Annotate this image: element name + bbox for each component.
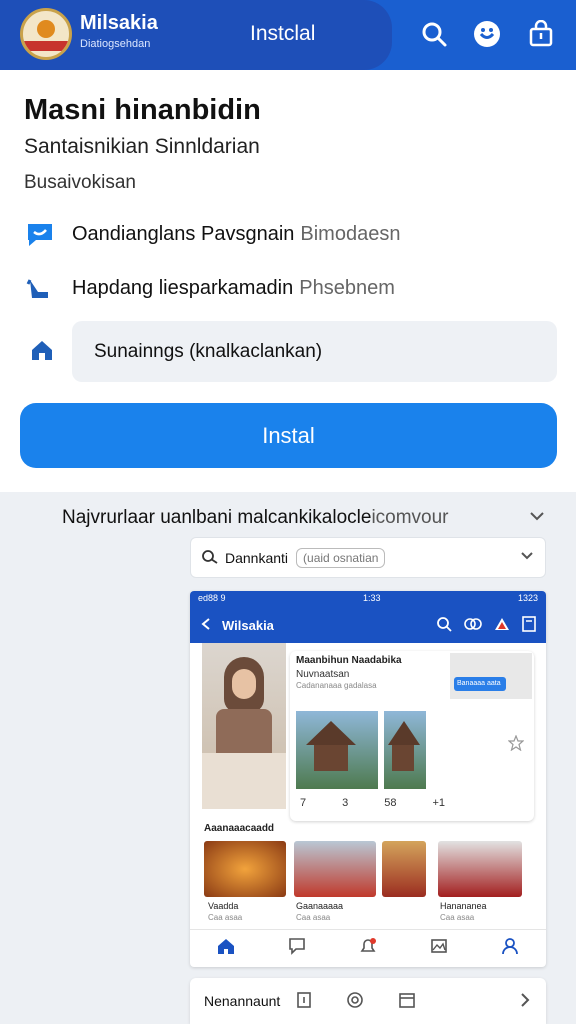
status-right: 1323 bbox=[517, 593, 538, 603]
dropdown-label: Dannkanti bbox=[225, 549, 289, 566]
dropdown-chip: (uaid osnatian bbox=[296, 547, 386, 568]
food-sublabel: Caa asaa bbox=[440, 913, 475, 922]
bookmark-icon bbox=[522, 615, 536, 635]
preview-bottom-nav bbox=[190, 929, 546, 967]
preview-app-title: Wilsakia bbox=[222, 617, 274, 633]
food-label: Gaanaaaaa bbox=[296, 901, 344, 911]
ad-button: Banaaaa aata bbox=[454, 677, 506, 691]
stat-value: 3 bbox=[342, 797, 349, 809]
stat-value: 7 bbox=[300, 797, 307, 809]
preview-section-title: Aaanaaacaadd bbox=[204, 823, 275, 834]
info-row-label: Hapdang liesparkamadin bbox=[72, 276, 294, 299]
food-sublabel: Caa asaa bbox=[296, 913, 331, 922]
app-name: Milsakia bbox=[80, 12, 158, 34]
stat-value: +1 bbox=[432, 797, 446, 809]
notification-icon bbox=[359, 937, 377, 960]
app-logo[interactable] bbox=[20, 8, 72, 60]
app-subtitle: Diatiogsehdan bbox=[80, 38, 151, 50]
card-subtitle: Nuvnaatsan bbox=[296, 669, 350, 680]
star-icon bbox=[507, 734, 525, 756]
install-button[interactable]: Instal bbox=[20, 403, 557, 468]
alert-icon bbox=[494, 616, 510, 635]
top-bar: Milsakia Diatiogsehdan Instclal bbox=[0, 0, 576, 70]
bookmark-icon[interactable] bbox=[296, 991, 312, 1012]
food-photo bbox=[294, 841, 376, 897]
chat-icon bbox=[464, 616, 482, 635]
gallery-icon bbox=[430, 937, 448, 960]
food-photo bbox=[204, 841, 286, 897]
status-time: 1:33 bbox=[362, 593, 381, 603]
food-label: Hanananea bbox=[440, 901, 487, 911]
card-caption: Cadananaaa gadalasa bbox=[296, 681, 377, 690]
house-roof bbox=[388, 721, 420, 745]
profile-icon bbox=[501, 937, 519, 960]
page-subtitle: Santaisnikian Sinnldarian bbox=[24, 135, 260, 158]
house-photo bbox=[384, 711, 426, 789]
search-icon[interactable] bbox=[418, 18, 450, 50]
ad-banner: Banaaaa aata bbox=[450, 653, 532, 699]
food-photo bbox=[382, 841, 426, 897]
dropdown-select[interactable]: Dannkanti (uaid osnatian bbox=[190, 537, 546, 578]
search-icon bbox=[436, 616, 452, 635]
header-title: Instclal bbox=[250, 22, 316, 45]
card-stats: 7 3 58 +1 bbox=[300, 797, 520, 809]
chevron-right-icon[interactable] bbox=[518, 992, 532, 1011]
shopping-bag-icon[interactable] bbox=[525, 18, 557, 50]
back-icon bbox=[200, 617, 212, 634]
info-row-extra: Bimodaesn bbox=[300, 222, 401, 245]
house-wall bbox=[392, 745, 414, 771]
chevron-down-icon bbox=[519, 548, 535, 567]
section-heading-extra: icomvour bbox=[371, 507, 449, 528]
status-left: ed88 9 bbox=[198, 593, 226, 603]
preview-card: Maanbihun Naadabika Nuvnaatsan Cadananaa… bbox=[290, 651, 534, 821]
photo-body bbox=[216, 709, 272, 753]
app-screenshot-preview[interactable]: ed88 9 1:33 1323 Wilsakia Maanbihun Naad… bbox=[190, 591, 546, 967]
chevron-down-icon[interactable] bbox=[528, 507, 546, 530]
address-field[interactable]: Sunainngs (knalkaclankan) bbox=[72, 321, 557, 382]
hand-icon bbox=[24, 272, 58, 304]
stat-value: 58 bbox=[384, 797, 397, 809]
info-row-extra: Phsebnem bbox=[299, 276, 395, 299]
photo-counter bbox=[202, 753, 286, 809]
info-row-chat[interactable]: Oandianglans Pavsgnain Bimodaesn bbox=[24, 218, 400, 250]
info-row-hand[interactable]: Hapdang liesparkamadin Phsebnem bbox=[24, 272, 395, 304]
food-sublabel: Caa asaa bbox=[208, 913, 243, 922]
house-photo bbox=[296, 711, 378, 789]
chat-icon bbox=[24, 218, 58, 250]
bottom-bar-label: Nenannaunt bbox=[204, 993, 281, 1009]
info-row-label: Oandianglans Pavsgnain bbox=[72, 222, 295, 245]
food-photo bbox=[438, 841, 522, 897]
settings-icon[interactable] bbox=[346, 991, 364, 1012]
card-title: Maanbihun Naadabika bbox=[296, 655, 402, 666]
home-icon bbox=[217, 937, 235, 960]
comment-icon bbox=[288, 937, 306, 960]
food-label: Vaadda bbox=[208, 901, 239, 911]
bottom-bar[interactable]: Nenannaunt bbox=[190, 978, 546, 1024]
page-caption: Busaivokisan bbox=[24, 172, 136, 193]
preview-app-bar: Wilsakia bbox=[190, 607, 546, 643]
house-roof bbox=[306, 721, 356, 745]
house-wall bbox=[314, 745, 348, 771]
section-heading-text: Najvrurlaar uanlbani malcankikalocle bbox=[62, 507, 372, 528]
section-heading: Najvrurlaar uanlbani malcankikalocleicom… bbox=[62, 507, 449, 529]
home-icon bbox=[30, 338, 54, 367]
logo-emblem bbox=[37, 20, 55, 38]
photo-face bbox=[232, 669, 256, 699]
page-title: Masni hinanbidin bbox=[24, 94, 261, 126]
status-bar: ed88 9 1:33 1323 bbox=[190, 591, 546, 607]
profile-photo bbox=[202, 643, 286, 809]
link-icon bbox=[201, 547, 219, 568]
smiley-icon[interactable] bbox=[471, 18, 503, 50]
calendar-icon[interactable] bbox=[398, 991, 416, 1012]
logo-band bbox=[23, 41, 69, 51]
